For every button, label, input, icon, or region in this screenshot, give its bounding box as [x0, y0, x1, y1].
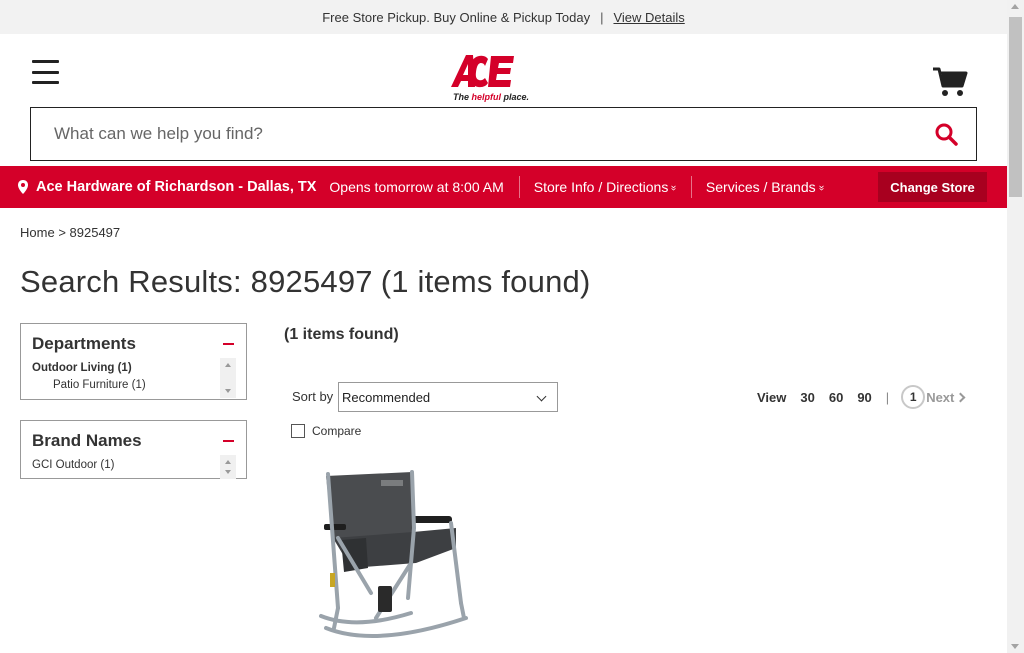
page-title: Search Results: 8925497 (1 items found): [20, 264, 590, 300]
promo-separator: |: [600, 9, 604, 25]
chevron-right-icon: [955, 392, 966, 402]
departments-facet: Departments Outdoor Living (1) Patio Fur…: [20, 323, 247, 400]
search-icon: [935, 123, 958, 146]
promo-bar: Free Store Pickup. Buy Online & Pickup T…: [0, 0, 1007, 34]
facet-scrollbar[interactable]: [220, 455, 236, 479]
view-label: View: [757, 389, 787, 405]
breadcrumb-separator: >: [58, 225, 66, 240]
svg-text:The helpful place.: The helpful place.: [453, 92, 529, 102]
view-option-60[interactable]: 60: [829, 390, 843, 405]
brand-names-title: Brand Names: [32, 431, 142, 450]
view-option-90[interactable]: 90: [857, 390, 871, 405]
collapse-minus-icon[interactable]: [223, 440, 234, 442]
services-brands-label: Services / Brands: [705, 179, 816, 195]
search-input[interactable]: [31, 108, 916, 160]
divider: [518, 176, 520, 198]
sort-value: Recommended: [342, 389, 431, 405]
pagination-divider: |: [885, 389, 890, 405]
view-controls: View 30 60 90 | 1 Next: [757, 384, 966, 410]
sort-select[interactable]: Recommended: [338, 382, 558, 412]
store-hours: Opens tomorrow at 8:00 AM: [329, 179, 504, 195]
store-bar: Ace Hardware of Richardson - Dallas, TX …: [0, 166, 1007, 208]
scroll-up-icon[interactable]: [1011, 4, 1019, 9]
checkbox-icon[interactable]: [291, 424, 305, 438]
services-brands-link[interactable]: Services / Brands »: [705, 179, 827, 195]
hamburger-menu-icon[interactable]: [32, 60, 59, 84]
results-title: Search Results: 8925497: [20, 264, 373, 299]
departments-title: Departments: [32, 334, 136, 353]
divider: [690, 176, 692, 198]
brand-names-facet: Brand Names GCI Outdoor (1): [20, 420, 247, 479]
compare-checkbox[interactable]: Compare: [291, 424, 361, 438]
chevron-down-icon: »: [668, 184, 680, 190]
view-option-30[interactable]: 30: [800, 390, 814, 405]
breadcrumb-home[interactable]: Home: [20, 225, 55, 240]
facet-item-outdoor-living[interactable]: Outdoor Living (1): [32, 360, 216, 377]
scroll-down-icon[interactable]: [225, 470, 231, 474]
facet-item-gci-outdoor[interactable]: GCI Outdoor (1): [32, 457, 216, 474]
items-found-count: (1 items found): [284, 326, 399, 343]
sort-label: Sort by: [292, 389, 334, 404]
store-name[interactable]: Ace Hardware of Richardson - Dallas, TX: [36, 179, 316, 195]
scroll-down-icon[interactable]: [225, 389, 231, 393]
results-count: (1 items found): [380, 264, 591, 299]
search-bar: [30, 107, 977, 161]
breadcrumb-current: 8925497: [69, 225, 121, 240]
scroll-thumb[interactable]: [1009, 17, 1022, 197]
facet-item-patio-furniture[interactable]: Patio Furniture (1): [32, 377, 216, 394]
view-details-link[interactable]: View Details: [613, 10, 684, 25]
next-page-link[interactable]: Next: [926, 389, 966, 405]
search-button[interactable]: [916, 108, 976, 160]
next-label: Next: [926, 389, 955, 405]
compare-label: Compare: [312, 424, 362, 438]
page-scrollbar[interactable]: [1007, 0, 1024, 653]
change-store-button[interactable]: Change Store: [878, 172, 987, 202]
store-info-label: Store Info / Directions: [533, 179, 669, 195]
ace-logo[interactable]: The helpful place.: [450, 54, 542, 104]
facet-scrollbar[interactable]: [220, 358, 236, 398]
product-image-rocking-chair[interactable]: [316, 468, 476, 653]
cart-icon[interactable]: [932, 66, 968, 98]
collapse-minus-icon[interactable]: [223, 343, 234, 345]
scroll-down-icon[interactable]: [1011, 644, 1019, 649]
breadcrumb: Home > 8925497: [20, 225, 120, 240]
location-pin-icon: [18, 180, 28, 194]
chevron-down-icon: [536, 391, 547, 402]
promo-text: Free Store Pickup. Buy Online & Pickup T…: [322, 9, 591, 25]
chevron-down-icon: »: [815, 184, 827, 190]
store-info-link[interactable]: Store Info / Directions »: [533, 179, 680, 195]
current-page[interactable]: 1: [901, 385, 926, 409]
